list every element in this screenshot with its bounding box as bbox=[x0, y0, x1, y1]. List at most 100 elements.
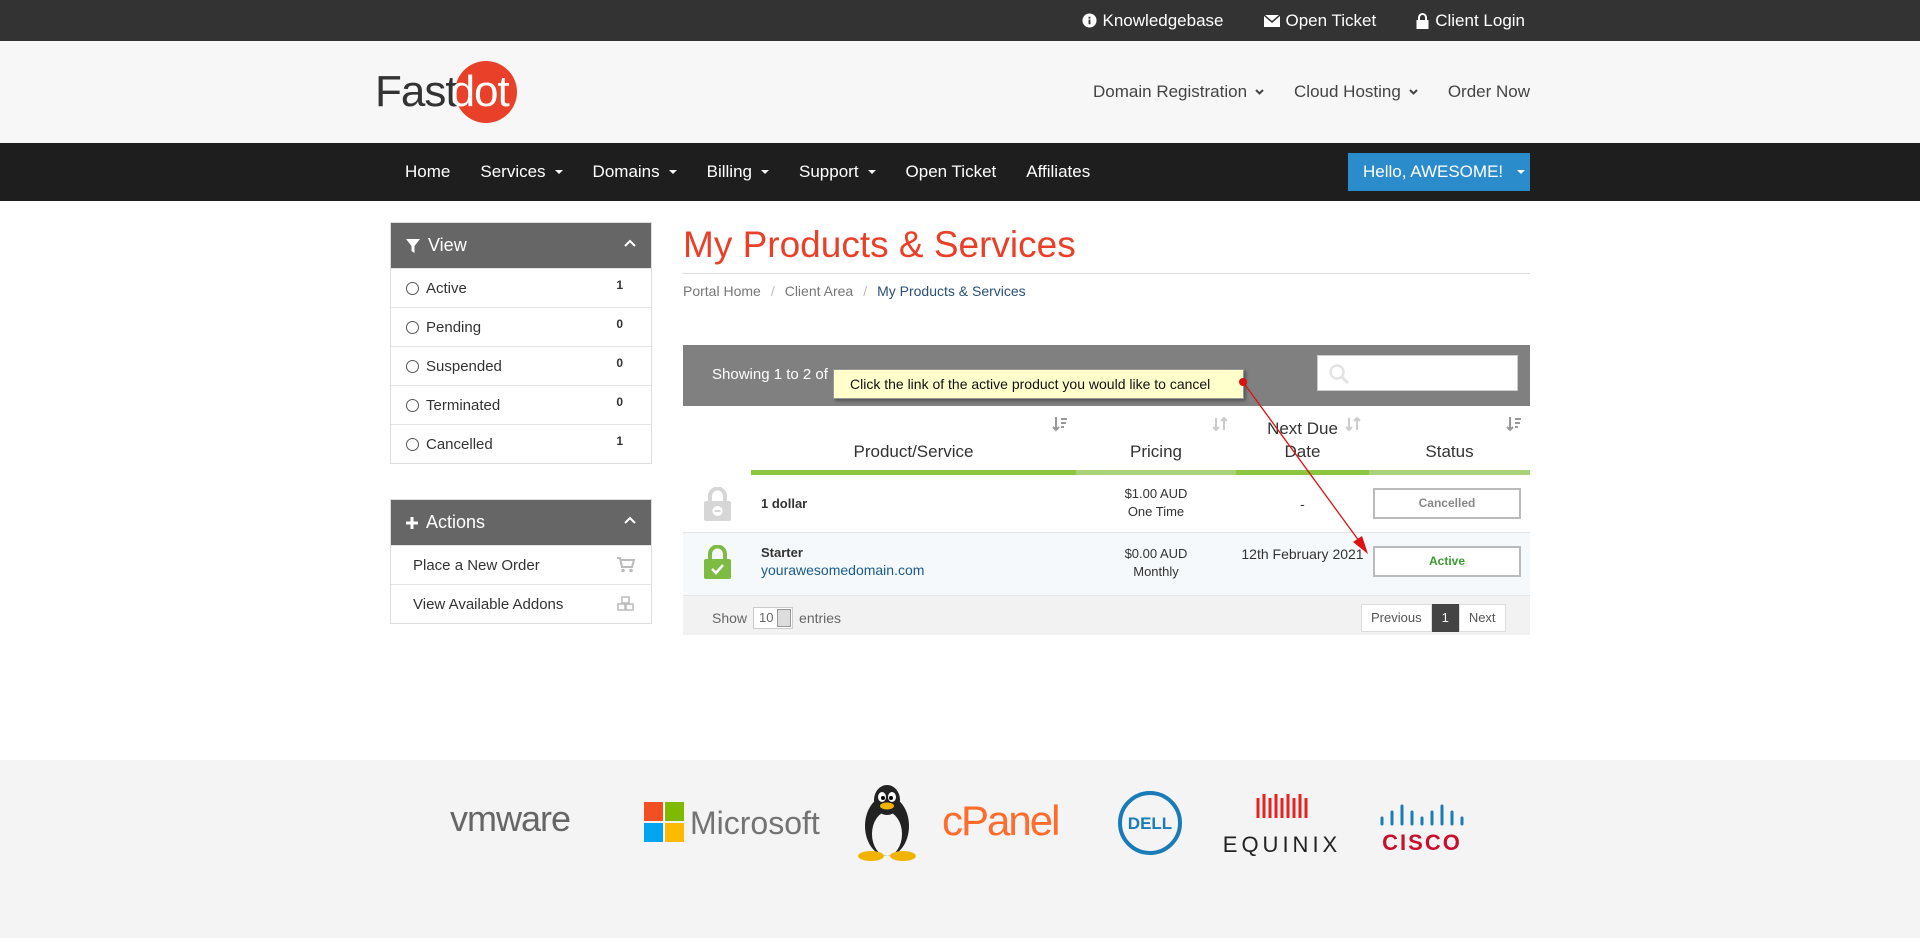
actions-panel-header[interactable]: Actions bbox=[391, 500, 651, 545]
breadcrumb-client-area[interactable]: Client Area bbox=[785, 283, 853, 299]
domain-registration-menu[interactable]: Domain Registration bbox=[1093, 82, 1264, 102]
filter-count: 0 bbox=[616, 395, 623, 409]
breadcrumb-portal-home[interactable]: Portal Home bbox=[683, 283, 761, 299]
filter-active[interactable]: Active 1 bbox=[391, 268, 651, 307]
filter-icon bbox=[406, 238, 420, 253]
filter-label: Cancelled bbox=[426, 435, 493, 453]
chevron-down-icon bbox=[1409, 89, 1418, 95]
nav-home[interactable]: Home bbox=[390, 162, 465, 182]
nav-affiliates[interactable]: Affiliates bbox=[1011, 162, 1105, 182]
due-date: - bbox=[1300, 496, 1305, 512]
col-product-header[interactable]: Product/Service bbox=[751, 406, 1076, 475]
view-addons-link[interactable]: View Available Addons bbox=[391, 584, 651, 623]
sort-icon bbox=[1212, 416, 1228, 432]
nav-support[interactable]: Support bbox=[784, 162, 891, 182]
info-circle-icon bbox=[1081, 13, 1097, 28]
place-new-order-link[interactable]: Place a New Order bbox=[391, 545, 651, 584]
billing-cycle: Monthly bbox=[1133, 564, 1179, 579]
top-bar: Knowledgebase Open Ticket Client Login bbox=[0, 0, 1920, 41]
filter-terminated[interactable]: Terminated 0 bbox=[391, 385, 651, 424]
entries-control: Show 10 entries bbox=[712, 607, 841, 629]
next-button[interactable]: Next bbox=[1458, 604, 1506, 632]
table-row[interactable]: Starter yourawesomedomain.com $0.00 AUD … bbox=[683, 533, 1530, 596]
status-badge: Cancelled bbox=[1373, 488, 1521, 519]
due-date: 12th February 2021 bbox=[1241, 546, 1364, 562]
site-header: Fast dot Domain Registration Cloud Hosti… bbox=[0, 41, 1920, 143]
cpanel-logo: cPanel bbox=[942, 800, 1060, 844]
price-amount: $0.00 AUD bbox=[1124, 546, 1188, 561]
billing-cycle: One Time bbox=[1127, 504, 1185, 519]
radio-icon[interactable] bbox=[406, 398, 419, 412]
breadcrumb: Portal Home / Client Area / My Products … bbox=[683, 283, 1026, 299]
product-name[interactable]: Starter bbox=[761, 545, 803, 560]
cloud-hosting-menu[interactable]: Cloud Hosting bbox=[1294, 82, 1418, 102]
filter-label: Terminated bbox=[426, 396, 501, 414]
domain-registration-label: Domain Registration bbox=[1093, 82, 1248, 101]
svg-text:Microsoft: Microsoft bbox=[690, 805, 820, 841]
price-cell: $1.00 AUD One Time bbox=[1076, 485, 1236, 521]
filter-cancelled[interactable]: Cancelled 1 bbox=[391, 424, 651, 463]
plus-icon bbox=[406, 516, 418, 529]
filter-pending[interactable]: Pending 0 bbox=[391, 307, 651, 346]
svg-text:cPanel: cPanel bbox=[942, 800, 1058, 844]
nav-billing[interactable]: Billing bbox=[692, 162, 784, 182]
radio-icon[interactable] bbox=[406, 281, 419, 295]
view-panel: View Active 1 Pending 0 Suspended 0 Termina… bbox=[390, 222, 652, 464]
svg-text:CISCO: CISCO bbox=[1382, 830, 1462, 855]
cisco-logo: CISCO bbox=[1380, 804, 1464, 855]
chevron-up-icon[interactable] bbox=[624, 516, 636, 524]
nav-open-ticket[interactable]: Open Ticket bbox=[891, 162, 1012, 182]
pagination: Previous 1 Next bbox=[1361, 604, 1506, 632]
table-header: Product/Service Pricing Next Due Date St… bbox=[683, 406, 1530, 475]
lock-active-icon bbox=[704, 545, 731, 579]
knowledgebase-link[interactable]: Knowledgebase bbox=[1081, 11, 1224, 31]
user-greeting: Hello, AWESOME! bbox=[1363, 162, 1504, 181]
nav-services[interactable]: Services bbox=[465, 162, 577, 182]
chevron-up-icon[interactable] bbox=[624, 239, 636, 247]
table-row[interactable]: 1 dollar $1.00 AUD One Time - Cancelled bbox=[683, 475, 1530, 533]
product-domain-link[interactable]: yourawesomedomain.com bbox=[761, 562, 924, 578]
product-name[interactable]: 1 dollar bbox=[761, 496, 807, 511]
page-title: My Products & Services bbox=[683, 224, 1076, 265]
radio-icon[interactable] bbox=[406, 320, 419, 334]
view-panel-title: View bbox=[428, 235, 467, 255]
table-search-input[interactable] bbox=[1317, 355, 1518, 391]
chevron-down-icon bbox=[1255, 89, 1264, 95]
nav-domains[interactable]: Domains bbox=[578, 162, 692, 182]
open-ticket-top-link[interactable]: Open Ticket bbox=[1263, 10, 1377, 31]
filter-count: 1 bbox=[616, 434, 623, 448]
show-label: Show bbox=[712, 610, 748, 626]
status-badge: Active bbox=[1373, 546, 1521, 577]
open-ticket-top-label: Open Ticket bbox=[1285, 10, 1377, 30]
caret-down-icon bbox=[554, 170, 563, 174]
col-pricing-header[interactable]: Pricing bbox=[1076, 406, 1236, 475]
fastdot-logo[interactable]: Fast dot bbox=[375, 61, 517, 123]
top-links: Knowledgebase Open Ticket Client Login bbox=[1081, 0, 1525, 41]
cubes-icon bbox=[617, 596, 634, 611]
svg-text:vmware: vmware bbox=[450, 800, 570, 839]
user-menu-button[interactable]: Hello, AWESOME! bbox=[1348, 153, 1530, 191]
previous-button[interactable]: Previous bbox=[1361, 604, 1432, 632]
cloud-hosting-label: Cloud Hosting bbox=[1294, 82, 1401, 101]
col-due-header[interactable]: Next Due Date bbox=[1236, 406, 1369, 475]
col-status-label: Status bbox=[1425, 442, 1474, 461]
radio-icon[interactable] bbox=[406, 359, 419, 373]
view-panel-header[interactable]: View bbox=[391, 223, 651, 268]
client-login-link[interactable]: Client Login bbox=[1416, 11, 1525, 31]
entries-select[interactable]: 10 bbox=[753, 607, 794, 629]
microsoft-logo: Microsoft bbox=[644, 802, 820, 842]
filter-suspended[interactable]: Suspended 0 bbox=[391, 346, 651, 385]
radio-icon[interactable] bbox=[406, 437, 419, 451]
filter-label: Suspended bbox=[426, 357, 502, 375]
page-1-button[interactable]: 1 bbox=[1431, 604, 1459, 632]
search-icon bbox=[1329, 364, 1350, 385]
filter-label: Active bbox=[426, 279, 467, 297]
main-nav: Home Services Domains Billing Support Op… bbox=[0, 143, 1920, 201]
lock-icon bbox=[1416, 12, 1429, 29]
title-divider bbox=[683, 273, 1530, 274]
col-status-header[interactable]: Status bbox=[1369, 406, 1530, 475]
nav-support-label: Support bbox=[799, 162, 859, 181]
col-pricing-label: Pricing bbox=[1130, 442, 1182, 461]
filter-label: Pending bbox=[426, 318, 482, 336]
order-now-link[interactable]: Order Now bbox=[1448, 82, 1530, 102]
